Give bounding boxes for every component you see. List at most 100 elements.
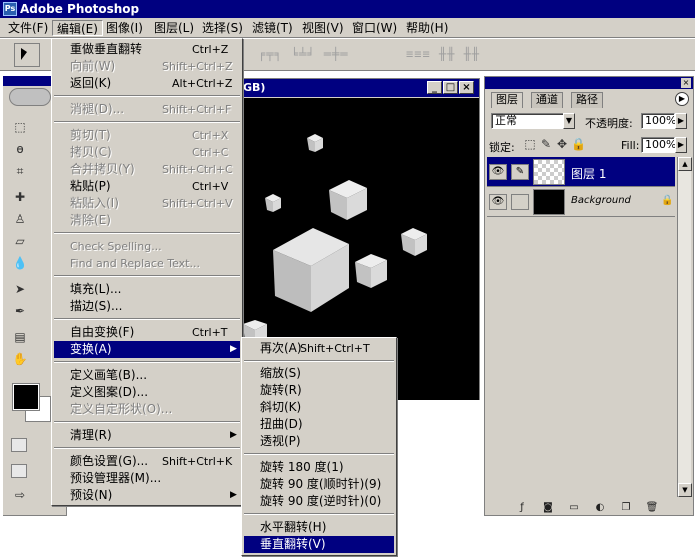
menu-item-stroke[interactable]: 描边(S)...: [54, 298, 240, 315]
submenu-item-flip-horizontal[interactable]: 水平翻转(H): [244, 519, 394, 536]
menu-item-copy[interactable]: 拷贝(C) Ctrl+C: [54, 144, 240, 161]
submenu-item-flip-vertical[interactable]: 垂直翻转(V): [244, 536, 394, 553]
menu-item-find-replace[interactable]: Find and Replace Text...: [54, 255, 240, 272]
align-buttons-icon[interactable]: ╒╤╕ ╘╧╛ ═╪═: [258, 47, 348, 61]
menu-item-label: 清理(R): [70, 428, 112, 442]
menu-item-shortcut: Ctrl+X: [192, 129, 229, 142]
new-layer-icon[interactable]: ❐: [619, 501, 633, 515]
tab-layers[interactable]: 图层: [491, 92, 523, 108]
menu-item-label: 返回(K): [70, 76, 112, 90]
tab-channels[interactable]: 通道: [531, 92, 563, 108]
submenu-item-skew[interactable]: 斜切(K): [244, 399, 394, 416]
menu-item-paste[interactable]: 粘贴(P) Ctrl+V: [54, 178, 240, 195]
blur-tool-icon[interactable]: 💧: [11, 254, 29, 272]
menu-item-step-backward[interactable]: 返回(K) Alt+Ctrl+Z: [54, 75, 240, 92]
marquee-tool-icon[interactable]: ⬚: [11, 118, 29, 136]
submenu-item-rotate-90-ccw[interactable]: 旋转 90 度(逆时针)(0): [244, 493, 394, 510]
menu-item-redo[interactable]: 重做垂直翻转 Ctrl+Z: [54, 41, 240, 58]
trash-icon[interactable]: 🗑: [645, 501, 659, 515]
path-select-tool-icon[interactable]: ➤: [11, 280, 29, 298]
layer-style-icon[interactable]: ƒ: [515, 501, 529, 515]
menu-image[interactable]: 图像(I): [102, 20, 147, 36]
submenu-item-distort[interactable]: 扭曲(D): [244, 416, 394, 433]
crop-tool-icon[interactable]: ⌗: [11, 162, 29, 180]
menu-edit[interactable]: 编辑(E): [52, 20, 103, 36]
jump-to-imageready-icon[interactable]: ⇨: [11, 486, 29, 504]
toolbox-logo-icon[interactable]: [9, 88, 51, 106]
menu-item-free-transform[interactable]: 自由变换(F) Ctrl+T: [54, 324, 240, 341]
menu-filter[interactable]: 滤镜(T): [248, 20, 297, 36]
lock-transparency-icon[interactable]: ⬚: [523, 135, 537, 153]
layer-mask-icon[interactable]: ◙: [541, 501, 555, 515]
submenu-item-rotate[interactable]: 旋转(R): [244, 382, 394, 399]
menu-item-cut[interactable]: 剪切(T) Ctrl+X: [54, 127, 240, 144]
menu-window[interactable]: 窗口(W): [348, 20, 401, 36]
foreground-color-swatch[interactable]: [12, 383, 40, 411]
notes-tool-icon[interactable]: ▤: [11, 328, 29, 346]
palette-menu-button[interactable]: ▶: [675, 92, 689, 106]
tab-paths[interactable]: 路径: [571, 92, 603, 108]
menu-item-label: Find and Replace Text...: [70, 257, 200, 270]
minimize-button[interactable]: _: [427, 81, 442, 94]
layer-row-layer1[interactable]: 👁 ✎ 图层 1: [487, 157, 675, 187]
visibility-eye-icon[interactable]: 👁: [489, 194, 507, 210]
move-tool-preset-icon[interactable]: [14, 43, 40, 67]
menu-item-label: 定义图案(D)...: [70, 385, 149, 399]
adjustment-layer-icon[interactable]: ◐: [593, 501, 607, 515]
scroll-down-arrow-icon[interactable]: ▼: [678, 483, 692, 497]
submenu-item-scale[interactable]: 缩放(S): [244, 365, 394, 382]
visibility-eye-icon[interactable]: 👁: [489, 164, 507, 180]
lock-image-icon[interactable]: ✎: [539, 135, 553, 153]
lock-position-icon[interactable]: ✥: [555, 135, 569, 153]
opacity-input[interactable]: 100%: [641, 113, 676, 129]
menu-item-label: 缩放(S): [260, 366, 301, 380]
opacity-stepper-icon[interactable]: ▶: [675, 113, 687, 129]
close-button[interactable]: ×: [459, 81, 474, 94]
menu-item-step-forward[interactable]: 向前(W) Shift+Ctrl+Z: [54, 58, 240, 75]
transform-submenu: 再次(A) Shift+Ctrl+T 缩放(S) 旋转(R) 斜切(K) 扭曲(…: [241, 337, 397, 556]
menu-item-clear[interactable]: 清除(E): [54, 212, 240, 229]
scroll-up-arrow-icon[interactable]: ▲: [678, 157, 692, 171]
menu-layer[interactable]: 图层(L): [150, 20, 198, 36]
menu-item-shortcut: Shift+Ctrl+T: [300, 342, 370, 355]
menu-item-color-settings[interactable]: 颜色设置(G)... Shift+Ctrl+K: [54, 453, 240, 470]
submenu-item-perspective[interactable]: 透视(P): [244, 433, 394, 450]
layers-scrollbar[interactable]: ▲ ▼: [677, 157, 692, 497]
healing-brush-icon[interactable]: ✚: [11, 188, 29, 206]
submenu-item-rotate-180[interactable]: 旋转 180 度(1): [244, 459, 394, 476]
menu-select[interactable]: 选择(S): [198, 20, 247, 36]
layer-row-background[interactable]: 👁 Background 🔒: [487, 187, 675, 217]
stamp-tool-icon[interactable]: ♙: [11, 210, 29, 228]
distribute-buttons-icon[interactable]: ≡≡≡ ╫╫ ╫╫: [406, 47, 480, 61]
eraser-tool-icon[interactable]: ▱: [11, 232, 29, 250]
menu-item-fade[interactable]: 消褪(D)... Shift+Ctrl+F: [54, 101, 240, 118]
fill-stepper-icon[interactable]: ▶: [675, 137, 687, 153]
maximize-button[interactable]: □: [443, 81, 458, 94]
standard-mode-icon[interactable]: [11, 438, 27, 452]
submenu-item-rotate-90-cw[interactable]: 旋转 90 度(顺时针)(9): [244, 476, 394, 493]
menu-file[interactable]: 文件(F): [4, 20, 52, 36]
menu-item-define-pattern[interactable]: 定义图案(D)...: [54, 384, 240, 401]
menu-item-fill[interactable]: 填充(L)...: [54, 281, 240, 298]
menu-item-transform[interactable]: 变换(A) ▶: [54, 341, 240, 358]
menu-item-define-custom-shape[interactable]: 定义自定形状(O)...: [54, 401, 240, 418]
menu-item-paste-into[interactable]: 粘贴入(I) Shift+Ctrl+V: [54, 195, 240, 212]
pen-tool-icon[interactable]: ✒: [11, 302, 29, 320]
menu-view[interactable]: 视图(V): [298, 20, 348, 36]
fill-input[interactable]: 100%: [641, 137, 676, 153]
menu-help[interactable]: 帮助(H): [402, 20, 452, 36]
menu-item-define-brush[interactable]: 定义画笔(B)...: [54, 367, 240, 384]
menu-item-purge[interactable]: 清理(R) ▶: [54, 427, 240, 444]
menu-item-copy-merged[interactable]: 合并拷贝(Y) Shift+Ctrl+C: [54, 161, 240, 178]
screen-mode-icon[interactable]: [11, 464, 27, 478]
submenu-item-again[interactable]: 再次(A) Shift+Ctrl+T: [244, 340, 394, 357]
blend-mode-dropdown-icon[interactable]: ▼: [563, 113, 575, 129]
new-set-icon[interactable]: ▭: [567, 501, 581, 515]
menu-item-check-spelling[interactable]: Check Spelling...: [54, 238, 240, 255]
palette-close-button[interactable]: ×: [681, 78, 691, 88]
menu-item-presets[interactable]: 预设(N) ▶: [54, 487, 240, 504]
lock-all-icon[interactable]: 🔒: [571, 135, 586, 153]
lasso-tool-icon[interactable]: ɵ: [11, 140, 29, 158]
menu-item-preset-manager[interactable]: 预设管理器(M)...: [54, 470, 240, 487]
hand-tool-icon[interactable]: ✋: [11, 350, 29, 368]
